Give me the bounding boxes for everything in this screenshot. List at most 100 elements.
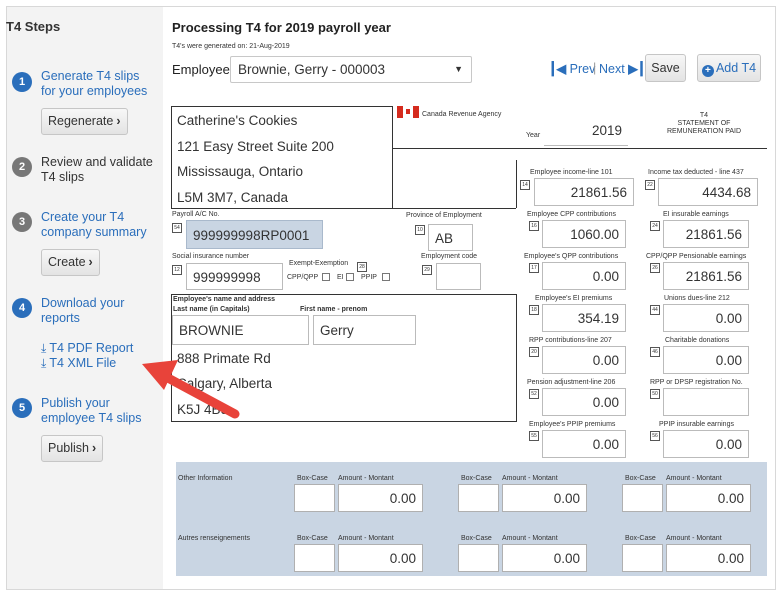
t4-pdf-report-link[interactable]: ⤓ T4 PDF Report bbox=[41, 341, 133, 356]
agency-name: Canada Revenue Agency bbox=[422, 111, 502, 118]
last-name-field[interactable]: BROWNIE bbox=[172, 315, 309, 345]
caret-down-icon: ▼ bbox=[454, 64, 463, 74]
step-4-link[interactable]: Download your reports bbox=[41, 296, 124, 326]
employer-box-left-border bbox=[171, 106, 172, 209]
sin-field[interactable]: 999999998 bbox=[186, 263, 283, 290]
other-amount-field[interactable]: 0.00 bbox=[338, 484, 423, 512]
province-field[interactable]: AB bbox=[428, 224, 473, 251]
qpp-contributions-field[interactable]: 0.00 bbox=[542, 262, 626, 290]
step-2-text: Review and validate T4 slips bbox=[41, 155, 153, 184]
first-name-field[interactable]: Gerry bbox=[313, 315, 416, 345]
employment-code-label: Employment code bbox=[421, 253, 478, 260]
step-3-link[interactable]: Create your T4 company summary bbox=[41, 210, 147, 240]
ei-premiums-field[interactable]: 354.19 bbox=[542, 304, 626, 332]
box-tag-54: 54 bbox=[172, 223, 182, 233]
amount-label: Amount - Montant bbox=[338, 475, 394, 482]
amount-label: Amount - Montant bbox=[666, 475, 722, 482]
amount-label: Amount - Montant bbox=[338, 535, 394, 542]
other-box-code-field[interactable] bbox=[294, 544, 335, 572]
other-box-code-field[interactable] bbox=[294, 484, 335, 512]
amount-label: Amount - Montant bbox=[502, 535, 558, 542]
rpp-contributions-field[interactable]: 0.00 bbox=[542, 346, 626, 374]
field-label: CPP/QPP Pensionable earnings bbox=[646, 253, 747, 260]
field-label: PPIP insurable earnings bbox=[659, 421, 734, 428]
save-button[interactable]: Save bbox=[645, 54, 686, 82]
other-amount-field[interactable]: 0.00 bbox=[502, 484, 587, 512]
exempt-ppip-label: PPIP bbox=[361, 274, 377, 281]
add-t4-button[interactable]: + Add T4 bbox=[697, 54, 761, 82]
step-4-number: 4 bbox=[12, 298, 32, 318]
step-1-link[interactable]: Generate T4 slips for your employees bbox=[41, 69, 147, 99]
payroll-label: Payroll A/C No. bbox=[172, 211, 220, 218]
field-label: Pension adjustment-line 206 bbox=[527, 379, 616, 386]
other-box-code-field[interactable] bbox=[622, 484, 663, 512]
create-button[interactable]: Create › bbox=[41, 249, 100, 276]
other-amount-field[interactable]: 0.00 bbox=[502, 544, 587, 572]
cpp-contributions-field[interactable]: 1060.00 bbox=[542, 220, 626, 248]
box-tag: 16 bbox=[529, 221, 539, 231]
year-field[interactable]: 2019 bbox=[544, 118, 628, 146]
rpp-registration-field[interactable] bbox=[663, 388, 749, 416]
ei-insurable-field[interactable]: 21861.56 bbox=[663, 220, 749, 248]
plus-circle-icon: + bbox=[701, 65, 714, 77]
ppip-premiums-field[interactable]: 0.00 bbox=[542, 430, 626, 458]
slip-column-divider bbox=[516, 160, 517, 208]
income-tax-field[interactable]: 4434.68 bbox=[658, 178, 758, 206]
other-amount-field[interactable]: 0.00 bbox=[666, 544, 751, 572]
prev-link[interactable]: ┃◀ Prev bbox=[549, 61, 595, 76]
field-label: Income tax deducted - line 437 bbox=[648, 169, 744, 176]
box-case-label: Box-Case bbox=[461, 535, 492, 542]
charitable-donations-field[interactable]: 0.00 bbox=[663, 346, 749, 374]
payroll-account-field[interactable]: 999999998RP0001 bbox=[186, 220, 323, 249]
box-tag: 18 bbox=[529, 305, 539, 315]
exempt-cpp-checkbox[interactable] bbox=[322, 273, 330, 281]
employer-box-top-border bbox=[171, 106, 392, 107]
box-tag: 26 bbox=[650, 263, 660, 273]
autres-renseignements-label: Autres renseignements bbox=[178, 535, 250, 542]
field-label: Employee's PPIP premiums bbox=[529, 421, 616, 428]
other-box-code-field[interactable] bbox=[622, 544, 663, 572]
employer-box-bottom-border bbox=[171, 208, 516, 209]
other-information-panel: Other Information Autres renseignements … bbox=[176, 462, 767, 576]
field-label: RPP contributions-line 207 bbox=[529, 337, 612, 344]
amount-label: Amount - Montant bbox=[666, 535, 722, 542]
publish-button[interactable]: Publish › bbox=[41, 435, 104, 462]
t4-xml-file-link[interactable]: ⤓ T4 XML File bbox=[41, 356, 116, 371]
chevron-right-icon: › bbox=[92, 441, 97, 455]
step-5-link[interactable]: Publish your employee T4 slips bbox=[41, 396, 142, 426]
field-label: Employee's EI premiums bbox=[535, 295, 613, 302]
province-label: Province of Employment bbox=[406, 212, 482, 219]
pensionable-earnings-field[interactable]: 21861.56 bbox=[663, 262, 749, 290]
other-amount-field[interactable]: 0.00 bbox=[338, 544, 423, 572]
employment-code-field[interactable] bbox=[436, 263, 481, 290]
exempt-label: Exempt-Exemption bbox=[289, 260, 349, 267]
employment-income-field[interactable]: 21861.56 bbox=[534, 178, 634, 206]
employee-address-line2: Calgary, Alberta bbox=[177, 376, 273, 391]
box-case-label: Box-Case bbox=[297, 535, 328, 542]
other-amount-field[interactable]: 0.00 bbox=[666, 484, 751, 512]
canada-flag-icon bbox=[397, 106, 419, 118]
box-tag: 17 bbox=[529, 263, 539, 273]
box-tag: 20 bbox=[529, 347, 539, 357]
ppip-insurable-field[interactable]: 0.00 bbox=[663, 430, 749, 458]
company-street: 121 Easy Street Suite 200 bbox=[177, 139, 334, 154]
pension-adjustment-field[interactable]: 0.00 bbox=[542, 388, 626, 416]
box-tag: 24 bbox=[650, 221, 660, 231]
exempt-ppip-checkbox[interactable] bbox=[382, 273, 390, 281]
amount-label: Amount - Montant bbox=[502, 475, 558, 482]
other-box-code-field[interactable] bbox=[458, 544, 499, 572]
last-page-icon: ▶┃ bbox=[628, 62, 646, 76]
union-dues-field[interactable]: 0.00 bbox=[663, 304, 749, 332]
field-label: Employee income-line 101 bbox=[530, 169, 613, 176]
chevron-right-icon: › bbox=[88, 255, 93, 269]
other-box-code-field[interactable] bbox=[458, 484, 499, 512]
exempt-ei-checkbox[interactable] bbox=[346, 273, 354, 281]
next-link[interactable]: Next ▶┃ bbox=[599, 61, 645, 76]
employee-address-line1: 888 Primate Rd bbox=[177, 351, 271, 366]
step-3-number: 3 bbox=[12, 212, 32, 232]
box-tag: 46 bbox=[650, 347, 660, 357]
regenerate-button[interactable]: Regenerate › bbox=[41, 108, 128, 135]
box-tag: 44 bbox=[650, 305, 660, 315]
employee-select[interactable]: Brownie, Gerry - 000003 ▼ bbox=[230, 56, 472, 83]
employee-label: Employee bbox=[172, 62, 230, 77]
